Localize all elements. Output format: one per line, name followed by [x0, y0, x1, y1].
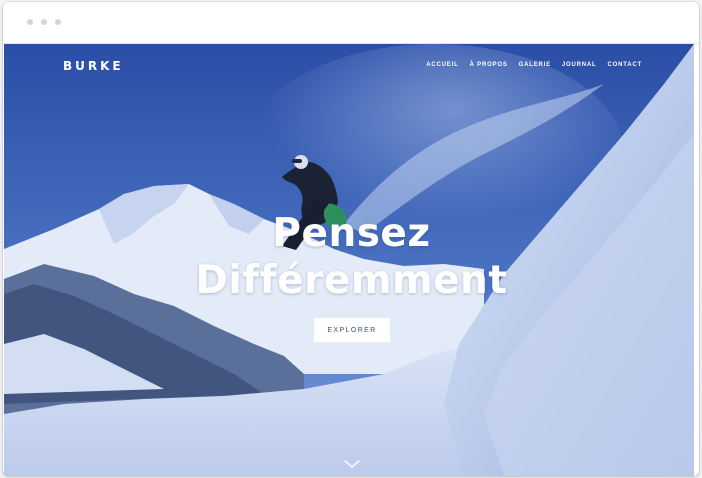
hero-headline-line1: Pensez [272, 211, 431, 256]
explorer-button[interactable]: EXPLORER [314, 318, 390, 342]
hero-headline-line2: Différemment [195, 258, 508, 303]
brand-logo[interactable]: BURKE [63, 59, 124, 73]
window-titlebar [3, 2, 699, 44]
nav-item-accueil[interactable]: ACCUEIL [426, 62, 458, 68]
browser-window: BURKE ACCUEIL À PROPOS GALERIE JOURNAL C… [3, 2, 699, 476]
hero-section: BURKE ACCUEIL À PROPOS GALERIE JOURNAL C… [4, 44, 694, 476]
window-dot-icon [27, 19, 33, 25]
nav-item-journal[interactable]: JOURNAL [562, 62, 597, 68]
main-nav: ACCUEIL À PROPOS GALERIE JOURNAL CONTACT [426, 62, 642, 68]
chevron-down-icon[interactable] [343, 458, 361, 470]
window-dot-icon [55, 19, 61, 25]
hero-headline: Pensez Différemment [4, 210, 694, 304]
nav-item-contact[interactable]: CONTACT [608, 62, 642, 68]
nav-item-a-propos[interactable]: À PROPOS [470, 62, 508, 68]
window-dot-icon [41, 19, 47, 25]
nav-item-galerie[interactable]: GALERIE [519, 62, 551, 68]
